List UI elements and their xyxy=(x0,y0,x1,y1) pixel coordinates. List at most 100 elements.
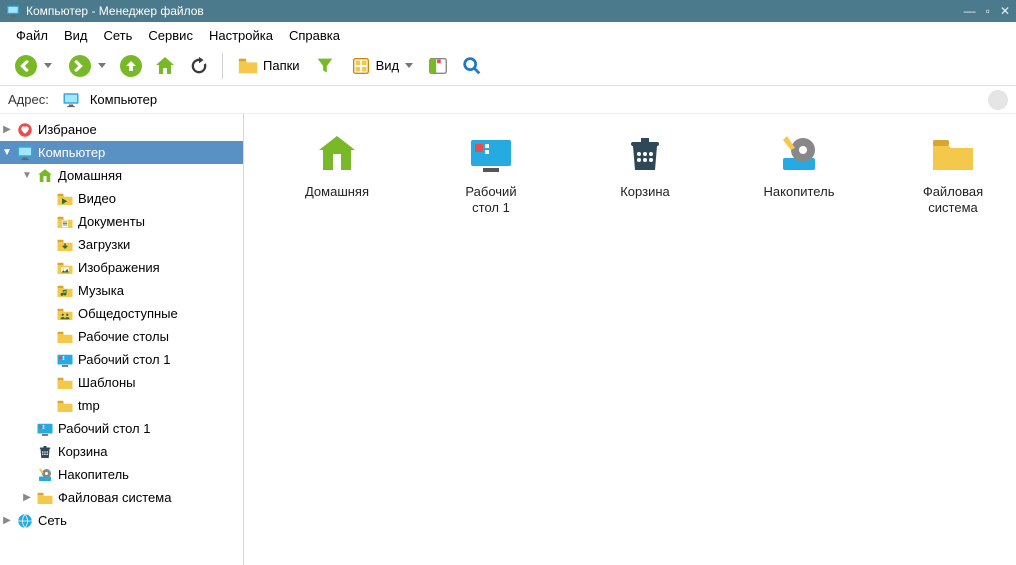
tree-public[interactable]: Общедоступные xyxy=(0,302,243,325)
folder-icon xyxy=(56,397,74,415)
tree-desktop1[interactable]: Рабочий стол 1 xyxy=(0,348,243,371)
chevron-down-icon xyxy=(405,63,413,68)
content-panel[interactable]: Домашняя Рабочийстол 1 Корзина Накопител… xyxy=(244,114,1016,565)
tree-music[interactable]: Музыка xyxy=(0,279,243,302)
tree-home[interactable]: ▼ Домашняя xyxy=(0,164,243,187)
go-button[interactable] xyxy=(988,90,1008,110)
search-button[interactable] xyxy=(457,51,487,81)
tree-label: Шаблоны xyxy=(78,375,136,390)
trash-icon xyxy=(36,443,54,461)
close-button[interactable]: ✕ xyxy=(1000,4,1010,18)
heart-icon xyxy=(16,121,34,139)
tree-network[interactable]: ▶Сеть xyxy=(0,509,243,532)
tree-label: Общедоступные xyxy=(78,306,178,321)
item-label: Накопитель xyxy=(764,184,835,200)
expand-icon[interactable]: ▶ xyxy=(0,123,14,137)
app-icon xyxy=(6,4,20,18)
computer-icon xyxy=(16,144,34,162)
view-label: Вид xyxy=(376,58,400,73)
menu-service[interactable]: Сервис xyxy=(140,26,201,45)
address-bar: Адрес: Компьютер xyxy=(0,86,1016,114)
tree-label: Рабочие столы xyxy=(78,329,169,344)
tree-label: Музыка xyxy=(78,283,124,298)
menu-network[interactable]: Сеть xyxy=(96,26,141,45)
address-value: Компьютер xyxy=(90,92,157,107)
tree-desktops[interactable]: Рабочие столы xyxy=(0,325,243,348)
collapse-icon[interactable]: ▼ xyxy=(20,169,34,183)
tree-computer[interactable]: ▼ Компьютер xyxy=(0,141,243,164)
separator xyxy=(222,53,223,79)
reload-button[interactable] xyxy=(184,51,214,81)
desktop-icon xyxy=(56,351,74,369)
chevron-down-icon xyxy=(98,63,106,68)
tree-label: Накопитель xyxy=(58,467,129,482)
tree-filesystem[interactable]: ▶Файловая система xyxy=(0,486,243,509)
collapse-icon[interactable]: ▼ xyxy=(0,146,14,160)
music-folder-icon xyxy=(56,282,74,300)
folders-label: Папки xyxy=(263,58,300,73)
expand-icon[interactable]: ▶ xyxy=(20,491,34,505)
desktop-icon xyxy=(461,130,521,178)
tree-panel[interactable]: ▶Избраное ▼ Компьютер ▼ Домашняя Видео Док… xyxy=(0,114,244,565)
home-icon xyxy=(36,167,54,185)
tree-label: Видео xyxy=(78,191,116,206)
tree-label: Корзина xyxy=(58,444,108,459)
chevron-down-icon xyxy=(44,63,52,68)
item-storage[interactable]: Накопитель xyxy=(744,126,854,216)
folders-panel-button[interactable]: Папки xyxy=(231,51,306,81)
tree-storage[interactable]: Накопитель xyxy=(0,463,243,486)
item-label: Домашняя xyxy=(305,184,369,200)
menubar: Файл Вид Сеть Сервис Настройка Справка xyxy=(0,22,1016,46)
folder-icon xyxy=(923,130,983,178)
tree-pictures[interactable]: Изображения xyxy=(0,256,243,279)
tree-label: Изображения xyxy=(78,260,160,275)
tree-documents[interactable]: Документы xyxy=(0,210,243,233)
filter-button[interactable] xyxy=(310,51,340,81)
item-label: Файловаясистема xyxy=(923,184,983,216)
tree-label: Рабочий стол 1 xyxy=(78,352,170,367)
nav-back-button[interactable] xyxy=(8,51,58,81)
video-folder-icon xyxy=(56,190,74,208)
item-desktop1[interactable]: Рабочийстол 1 xyxy=(436,126,546,216)
item-filesystem[interactable]: Файловаясистема xyxy=(898,126,1008,216)
documents-folder-icon xyxy=(56,213,74,231)
menu-settings[interactable]: Настройка xyxy=(201,26,281,45)
nav-forward-button[interactable] xyxy=(62,51,112,81)
desktop-icon xyxy=(36,420,54,438)
tree-desktop1-top[interactable]: Рабочий стол 1 xyxy=(0,417,243,440)
sidepanel-button[interactable] xyxy=(423,51,453,81)
address-label: Адрес: xyxy=(8,92,49,107)
menu-help[interactable]: Справка xyxy=(281,26,348,45)
folder-icon xyxy=(56,328,74,346)
maximize-button[interactable]: ▫ xyxy=(986,4,990,18)
home-icon xyxy=(307,130,367,178)
tree-trash[interactable]: Корзина xyxy=(0,440,243,463)
tree-templates[interactable]: Шаблоны xyxy=(0,371,243,394)
tree-label: Рабочий стол 1 xyxy=(58,421,150,436)
tree-video[interactable]: Видео xyxy=(0,187,243,210)
tree-favorites[interactable]: ▶Избраное xyxy=(0,118,243,141)
toolbar: Папки Вид xyxy=(0,46,1016,86)
tree-label: Домашняя xyxy=(58,168,122,183)
menu-file[interactable]: Файл xyxy=(8,26,56,45)
tree-label: Загрузки xyxy=(78,237,130,252)
item-home[interactable]: Домашняя xyxy=(282,126,392,216)
tree-label: Компьютер xyxy=(38,145,105,160)
window-title: Компьютер - Менеджер файлов xyxy=(26,4,954,18)
nav-home-button[interactable] xyxy=(150,51,180,81)
item-trash[interactable]: Корзина xyxy=(590,126,700,216)
item-label: Корзина xyxy=(620,184,670,200)
expand-icon[interactable]: ▶ xyxy=(0,514,14,528)
address-field[interactable]: Компьютер xyxy=(55,89,980,111)
titlebar: Компьютер - Менеджер файлов — ▫ ✕ xyxy=(0,0,1016,22)
tree-downloads[interactable]: Загрузки xyxy=(0,233,243,256)
tree-tmp[interactable]: tmp xyxy=(0,394,243,417)
minimize-button[interactable]: — xyxy=(964,4,976,18)
pictures-folder-icon xyxy=(56,259,74,277)
storage-icon xyxy=(769,130,829,178)
storage-icon xyxy=(36,466,54,484)
view-mode-button[interactable]: Вид xyxy=(344,51,420,81)
nav-up-button[interactable] xyxy=(116,51,146,81)
menu-view[interactable]: Вид xyxy=(56,26,96,45)
folder-icon xyxy=(36,489,54,507)
